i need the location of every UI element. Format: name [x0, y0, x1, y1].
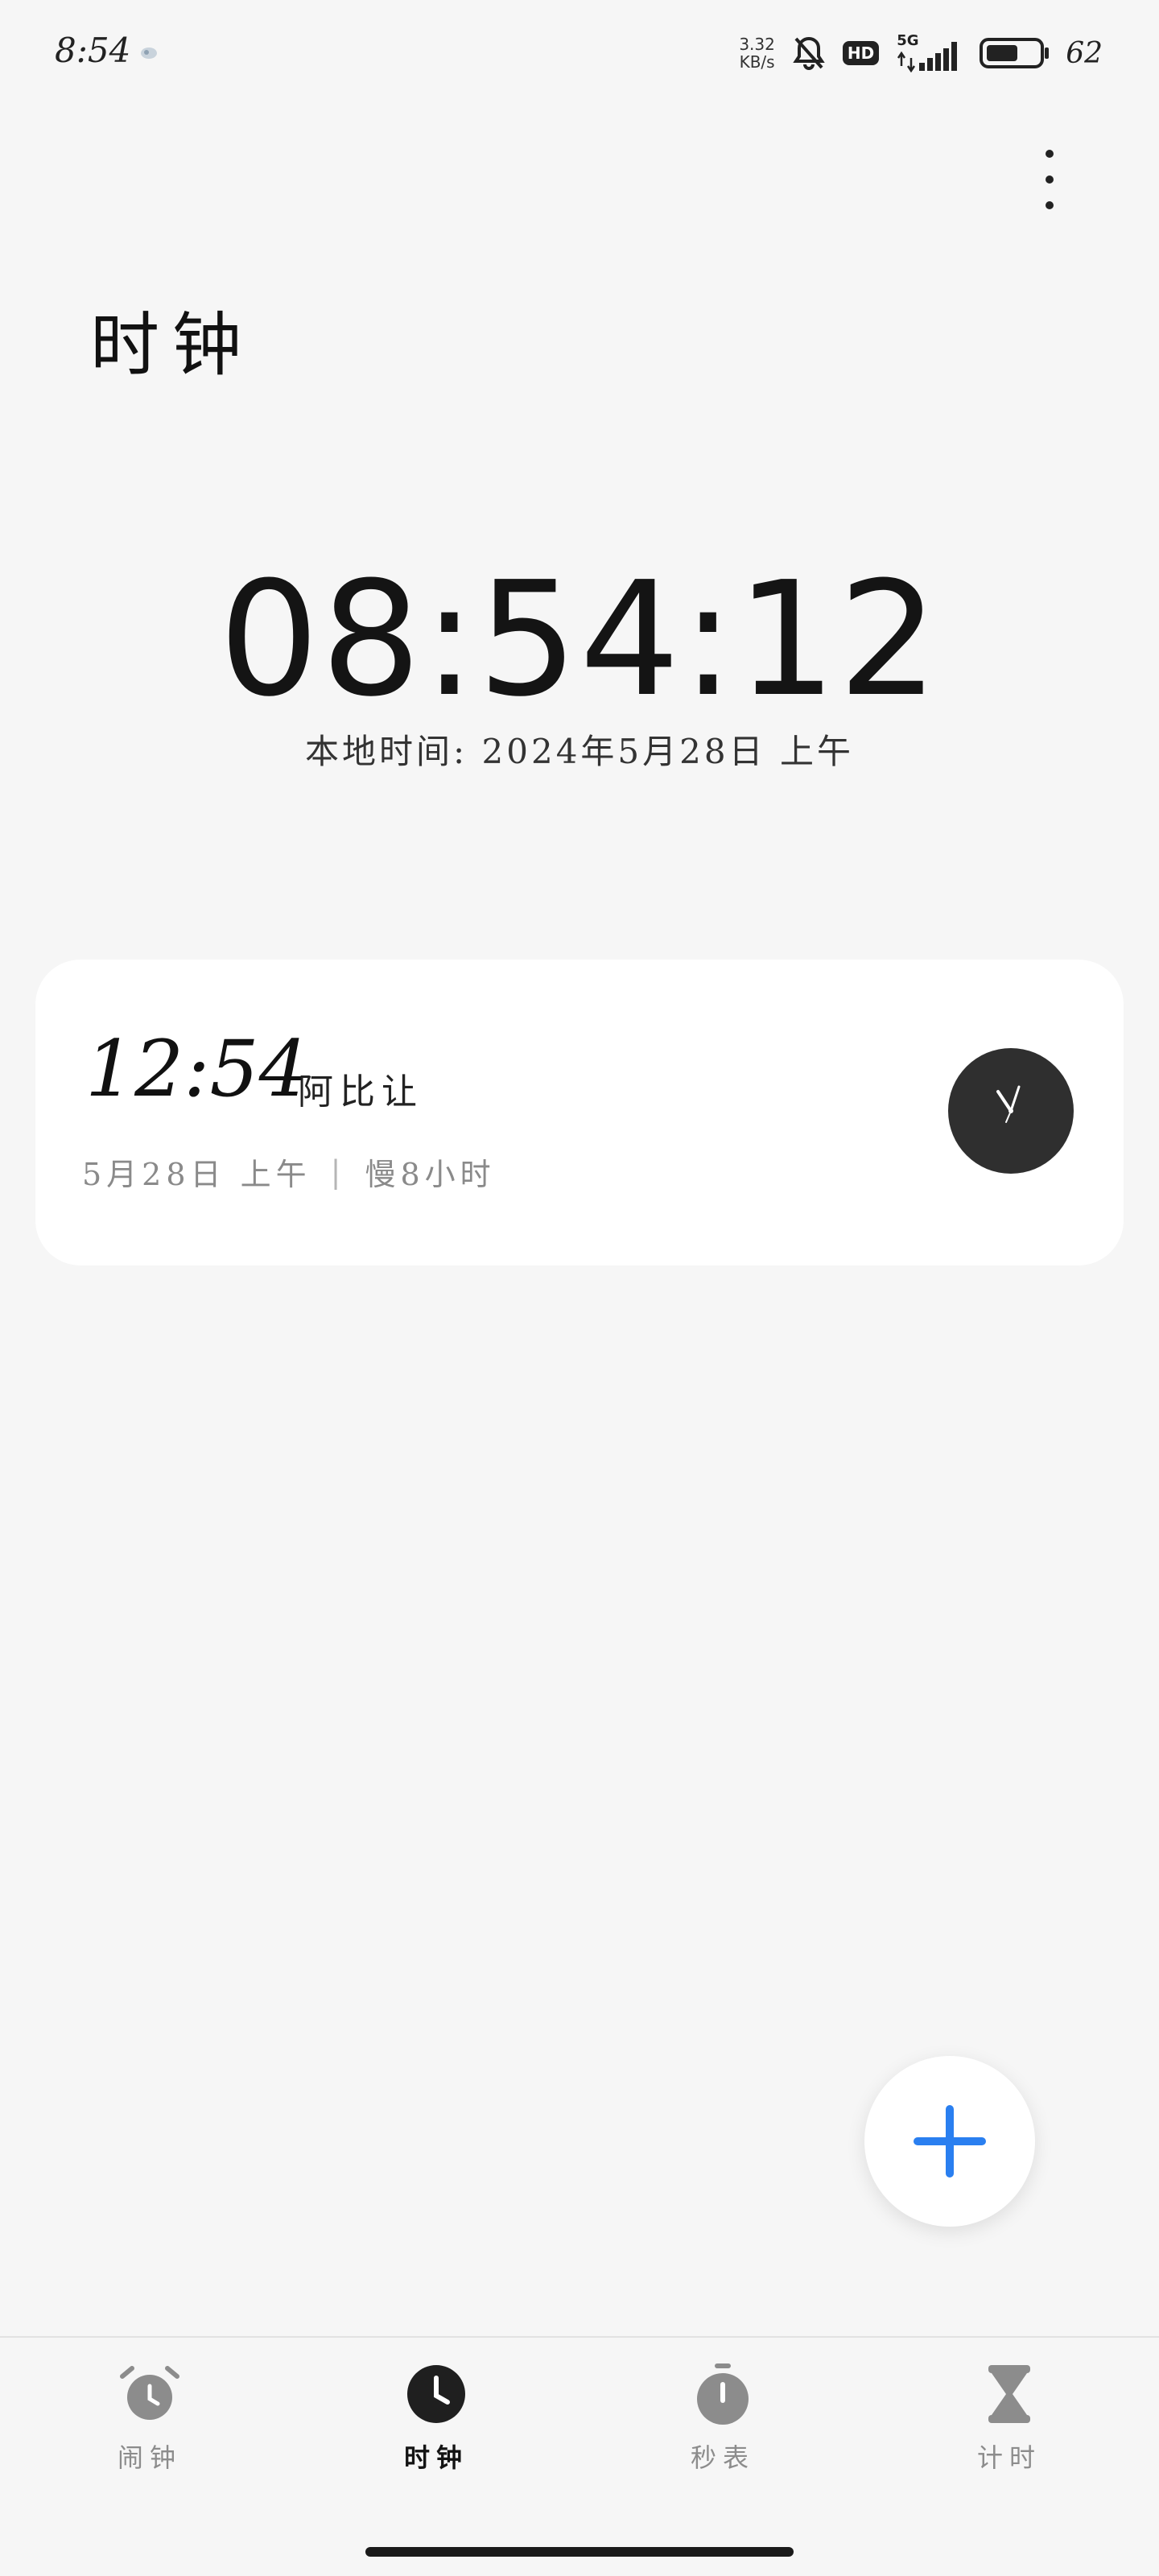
- more-dot: [1046, 175, 1054, 184]
- city-name: 阿比让: [298, 1071, 423, 1113]
- status-time: 8:54: [55, 31, 131, 70]
- more-dot: [1046, 201, 1054, 209]
- city-separator: |: [330, 1154, 346, 1190]
- plus-icon: [914, 2105, 986, 2178]
- city-date: 5月28日 上午: [82, 1157, 311, 1192]
- tab-timer-label: 计时: [976, 2442, 1041, 2473]
- tab-stopwatch[interactable]: 秒表: [642, 2362, 803, 2491]
- local-time: 08:54:12: [218, 548, 941, 732]
- battery-icon: [979, 35, 1051, 71]
- tab-clock-label: 时钟: [403, 2442, 468, 2473]
- more-vertical-icon: [1046, 150, 1054, 158]
- battery-percent: 62: [1066, 36, 1103, 70]
- clock-app-screen: 8:54 3.32 KB/s HD 5G 62 时钟 08:54:12 本地时间…: [0, 0, 1159, 2576]
- city-offset: 慢8小时: [365, 1157, 496, 1192]
- stopwatch-icon: [691, 2362, 755, 2426]
- page-title: 时钟: [90, 305, 254, 386]
- tab-clock[interactable]: 时钟: [356, 2362, 517, 2491]
- hd-icon: HD: [842, 41, 880, 65]
- add-city-button[interactable]: [864, 2056, 1035, 2227]
- network-label: 5G: [897, 32, 919, 49]
- city-time: 12:54: [85, 1024, 308, 1114]
- net-speed-unit: KB/s: [739, 52, 775, 72]
- status-icons: 3.32 KB/s HD 5G 62: [739, 29, 1103, 77]
- analog-clock-icon: [948, 1048, 1074, 1174]
- tab-timer[interactable]: 计时: [929, 2362, 1090, 2491]
- app-notification-icon: [141, 47, 157, 59]
- home-indicator[interactable]: [365, 2547, 794, 2557]
- city-details: 5月28日 上午 | 慢8小时: [82, 1150, 496, 1194]
- tab-alarm[interactable]: 闹钟: [69, 2362, 230, 2491]
- signal-5g-icon: 5G: [893, 32, 964, 72]
- tab-stopwatch-label: 秒表: [690, 2442, 755, 2473]
- bell-muted-icon: [790, 34, 828, 72]
- local-date: 本地时间: 2024年5月28日 上午: [305, 732, 854, 771]
- more-options-button[interactable]: [1027, 150, 1072, 209]
- hourglass-icon: [977, 2362, 1041, 2426]
- net-speed-value: 3.32: [739, 35, 775, 54]
- bottom-navigation: 闹钟 时钟 秒表 计时: [0, 2336, 1159, 2576]
- tab-alarm-label: 闹钟: [117, 2442, 182, 2473]
- net-speed: 3.32 KB/s: [739, 35, 775, 71]
- world-clock-card[interactable]: 12:54 阿比让 5月28日 上午 | 慢8小时: [35, 960, 1124, 1265]
- alarm-icon: [118, 2362, 182, 2426]
- clock-icon: [404, 2362, 468, 2426]
- status-bar: 8:54 3.32 KB/s HD 5G 62: [0, 0, 1159, 105]
